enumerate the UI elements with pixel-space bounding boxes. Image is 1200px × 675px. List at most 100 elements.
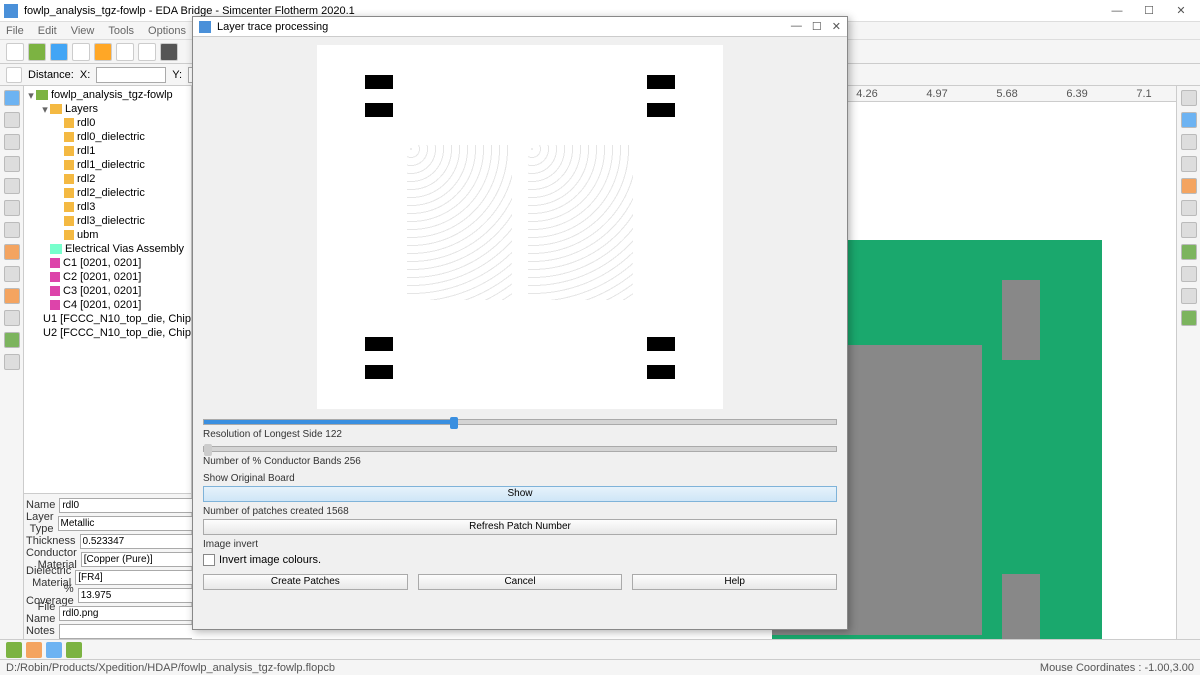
create-patches-button[interactable]: Create Patches [203, 574, 408, 590]
tool-print-icon[interactable] [72, 43, 90, 61]
tool-stop-icon[interactable] [160, 43, 178, 61]
help-button[interactable]: Help [632, 574, 837, 590]
tool-paste-icon[interactable] [138, 43, 156, 61]
resolution-slider[interactable] [203, 419, 837, 425]
prop-layertype-label: Layer Type [26, 511, 58, 535]
properties-panel: Name Layer Type Thickness Conductor Mate… [24, 493, 191, 642]
lt-layer-icon[interactable] [4, 222, 20, 238]
prop-filename-input[interactable] [59, 606, 197, 621]
tree-layer-item[interactable]: rdl3_dielectric [77, 215, 145, 227]
lt-via-icon[interactable] [4, 266, 20, 282]
rt-fit-icon[interactable] [1181, 112, 1197, 128]
lt-cube-icon[interactable] [4, 178, 20, 194]
prop-name-input[interactable] [59, 498, 197, 513]
lt-move-icon[interactable] [4, 112, 20, 128]
menu-tools[interactable]: Tools [108, 25, 134, 37]
cancel-button[interactable]: Cancel [418, 574, 623, 590]
tree-layer-item[interactable]: rdl0 [77, 117, 95, 129]
tree-layer-item[interactable]: rdl0_dielectric [77, 131, 145, 143]
lt-pad-icon[interactable] [4, 310, 20, 326]
bt-refresh-icon[interactable] [66, 642, 82, 658]
lt-delete-icon[interactable] [4, 156, 20, 172]
rt-layers-icon[interactable] [1181, 222, 1197, 238]
dialog-titlebar[interactable]: Layer trace processing — ☐ ✕ [193, 17, 847, 37]
tree-root[interactable]: fowlp_analysis_tgz-fowlp [51, 89, 173, 101]
maximize-icon[interactable]: ☐ [1134, 2, 1164, 20]
tree-layer-item[interactable]: rdl3 [77, 201, 95, 213]
patches-label: Number of patches created 1568 [203, 506, 837, 517]
tree-layer-item[interactable]: ubm [77, 229, 98, 241]
lt-board-icon[interactable] [4, 244, 20, 260]
lt-settings-icon[interactable] [4, 354, 20, 370]
tree-layer-item[interactable]: rdl1_dielectric [77, 159, 145, 171]
project-tree[interactable]: ▾fowlp_analysis_tgz-fowlp ▾Layers rdl0 r… [24, 86, 191, 493]
tree-layers[interactable]: Layers [65, 103, 98, 115]
rt-pan-icon[interactable] [1181, 134, 1197, 150]
distance-y-label: Y: [172, 69, 182, 81]
rt-ruler-icon[interactable] [1181, 200, 1197, 216]
tree-comp[interactable]: U2 [FCCC_N10_top_die, Chip1] [43, 327, 191, 339]
invert-section-label: Image invert [203, 539, 837, 550]
bottom-toolstrip [0, 639, 1200, 659]
lt-select-icon[interactable] [4, 90, 20, 106]
left-toolstrip [0, 86, 24, 660]
window-controls: — ☐ ✕ [1102, 2, 1196, 20]
lt-rotate-icon[interactable] [4, 134, 20, 150]
tool-open-icon[interactable] [28, 43, 46, 61]
tree-layer-item[interactable]: rdl1 [77, 145, 95, 157]
tree-comp[interactable]: U1 [FCCC_N10_top_die, Chip1] [43, 313, 191, 325]
lt-add-icon[interactable] [4, 332, 20, 348]
menu-options[interactable]: Options [148, 25, 186, 37]
tool-copy-icon[interactable] [116, 43, 134, 61]
invert-checkbox[interactable] [203, 554, 215, 566]
tree-comp[interactable]: C3 [0201, 0201] [63, 285, 141, 297]
tree-comp[interactable]: C2 [0201, 0201] [63, 271, 141, 283]
bt-3d-icon[interactable] [6, 642, 22, 658]
prop-filename-label: File Name [26, 601, 59, 625]
lt-grid-icon[interactable] [4, 200, 20, 216]
rt-grid-icon[interactable] [1181, 156, 1197, 172]
dialog-icon [199, 21, 211, 33]
tool-new-icon[interactable] [6, 43, 24, 61]
tree-evas[interactable]: Electrical Vias Assembly [65, 243, 184, 255]
resolution-label: Resolution of Longest Side 122 [203, 429, 837, 440]
rt-zoom-icon[interactable] [1181, 90, 1197, 106]
rt-text-icon[interactable] [1181, 266, 1197, 282]
distance-x-label: X: [80, 69, 90, 81]
tool-solve-icon[interactable] [94, 43, 112, 61]
prop-layertype-input[interactable] [58, 516, 196, 531]
bands-slider[interactable] [203, 446, 837, 452]
distance-tool-icon[interactable] [6, 67, 22, 83]
close-icon[interactable]: ✕ [1166, 2, 1196, 20]
dialog-close-icon[interactable]: ✕ [832, 20, 841, 33]
tree-layer-item[interactable]: rdl2_dielectric [77, 187, 145, 199]
menu-edit[interactable]: Edit [38, 25, 57, 37]
dialog-maximize-icon[interactable]: ☐ [812, 20, 822, 33]
menu-file[interactable]: File [6, 25, 24, 37]
show-section-label: Show Original Board [203, 473, 837, 484]
prop-thickness-label: Thickness [26, 535, 80, 547]
dialog-minimize-icon[interactable]: — [791, 20, 802, 33]
rt-snap-icon[interactable] [1181, 178, 1197, 194]
rt-view-icon[interactable] [1181, 244, 1197, 260]
tree-comp[interactable]: C1 [0201, 0201] [63, 257, 141, 269]
bt-cube-icon[interactable] [26, 642, 42, 658]
app-icon [4, 4, 18, 18]
lt-trace-icon[interactable] [4, 288, 20, 304]
bands-label: Number of % Conductor Bands 256 [203, 456, 837, 467]
bt-board-icon[interactable] [46, 642, 62, 658]
menu-view[interactable]: View [71, 25, 95, 37]
tool-save-icon[interactable] [50, 43, 68, 61]
component-shape [1002, 280, 1040, 360]
show-button[interactable]: Show [203, 486, 837, 502]
rt-lock-icon[interactable] [1181, 310, 1197, 326]
prop-notes-input[interactable] [59, 624, 197, 639]
minimize-icon[interactable]: — [1102, 2, 1132, 20]
tree-layer-item[interactable]: rdl2 [77, 173, 95, 185]
refresh-patch-button[interactable]: Refresh Patch Number [203, 519, 837, 535]
invert-checkbox-label: Invert image colours. [219, 554, 321, 566]
distance-x-input[interactable] [96, 67, 166, 83]
tree-comp[interactable]: C4 [0201, 0201] [63, 299, 141, 311]
layer-preview [317, 45, 723, 409]
rt-color-icon[interactable] [1181, 288, 1197, 304]
